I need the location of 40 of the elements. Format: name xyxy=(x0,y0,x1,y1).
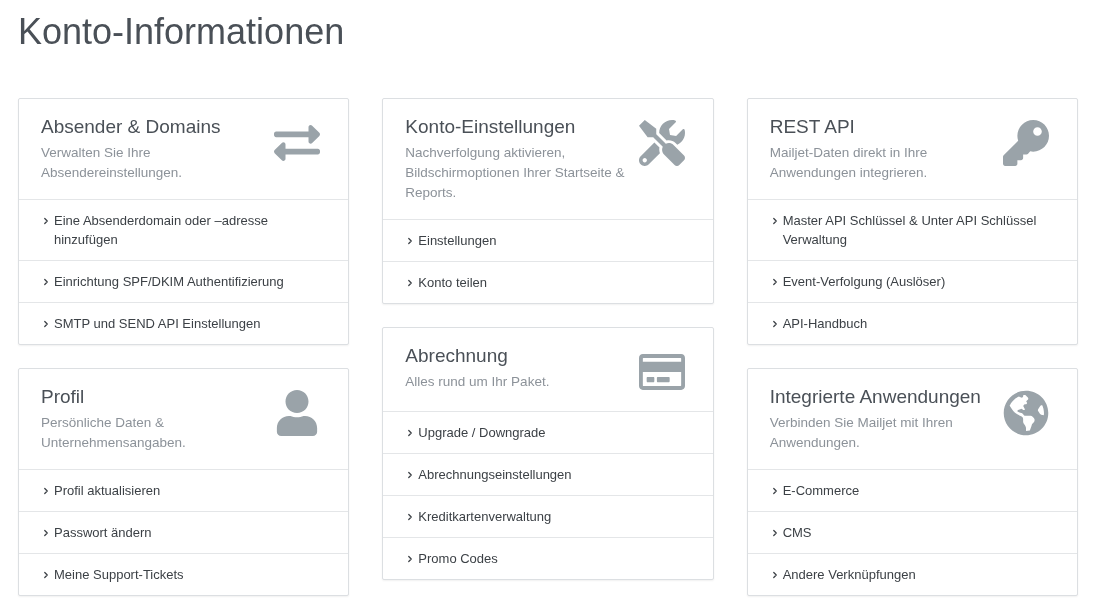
card-description: Verbinden Sie Mailjet mit Ihren Anwendungen. xyxy=(769,414,954,452)
card-title: Abrechnung xyxy=(405,344,509,368)
chevron-icon xyxy=(41,216,51,226)
card-link[interactable]: E-Commerce xyxy=(747,469,1077,511)
card-description: Alles rund um Ihr Paket. xyxy=(405,373,550,391)
card-link[interactable]: Passwort ändern xyxy=(19,511,349,553)
card-title: Integrierte Anwendungen xyxy=(769,385,982,409)
card-link[interactable]: Abrechnungseinstellungen xyxy=(383,453,713,495)
card-description: Persönliche Daten & Unternehmensangaben. xyxy=(41,414,187,452)
chevron-icon xyxy=(41,486,51,496)
globe-icon xyxy=(1003,390,1049,436)
card-title: Profil xyxy=(41,385,86,409)
card-description: Verwalten Sie Ihre Absendereinstellungen. xyxy=(41,144,184,182)
card-link[interactable]: Upgrade / Downgrade xyxy=(383,411,713,453)
chevron-icon xyxy=(41,570,51,580)
tools-icon xyxy=(638,120,685,166)
chevron-icon xyxy=(41,277,51,287)
chevron-icon xyxy=(41,319,51,329)
card-description: Nachverfolgung aktivieren, Bildschirmoptionen Ihrer Startseite & Reports. xyxy=(405,144,626,202)
card-link[interactable]: Meine Support-Tickets xyxy=(19,553,349,595)
card-link[interactable]: Profil aktualisieren xyxy=(19,469,349,511)
card-link[interactable]: Kreditkartenverwaltung xyxy=(383,495,713,537)
card-link[interactable]: Promo Codes xyxy=(383,537,713,579)
chevron-icon xyxy=(41,528,51,538)
card-description: Mailjet-Daten direkt in Ihre Anwendungen integrieren. xyxy=(769,144,929,182)
card-link[interactable]: Konto teilen xyxy=(383,261,713,303)
key-icon xyxy=(1003,120,1049,166)
card-link[interactable]: Master API Schlüssel & Unter API Schlüssel Verwaltung xyxy=(747,199,1077,260)
card-link[interactable]: Eine Absenderdomain oder –adresse hinzufügen xyxy=(19,199,349,260)
card-title: Konto-Einstellungen xyxy=(405,115,577,139)
card-link[interactable]: SMTP und SEND API Einstellungen xyxy=(19,302,349,344)
card-link[interactable]: CMS xyxy=(747,511,1077,553)
page-title: Konto-Informationen xyxy=(18,10,346,54)
card-title: REST API xyxy=(769,115,856,139)
card-link[interactable]: API-Handbuch xyxy=(747,302,1077,344)
card-link[interactable]: Event-Verfolgung (Auslöser) xyxy=(747,260,1077,302)
card-link[interactable]: Andere Verknüpfungen xyxy=(747,553,1077,595)
card-link[interactable]: Einstellungen xyxy=(383,219,713,261)
card-link[interactable]: Einrichtung SPF/DKIM Authentifizierung xyxy=(19,260,349,302)
card-title: Absender & Domains xyxy=(41,115,222,139)
